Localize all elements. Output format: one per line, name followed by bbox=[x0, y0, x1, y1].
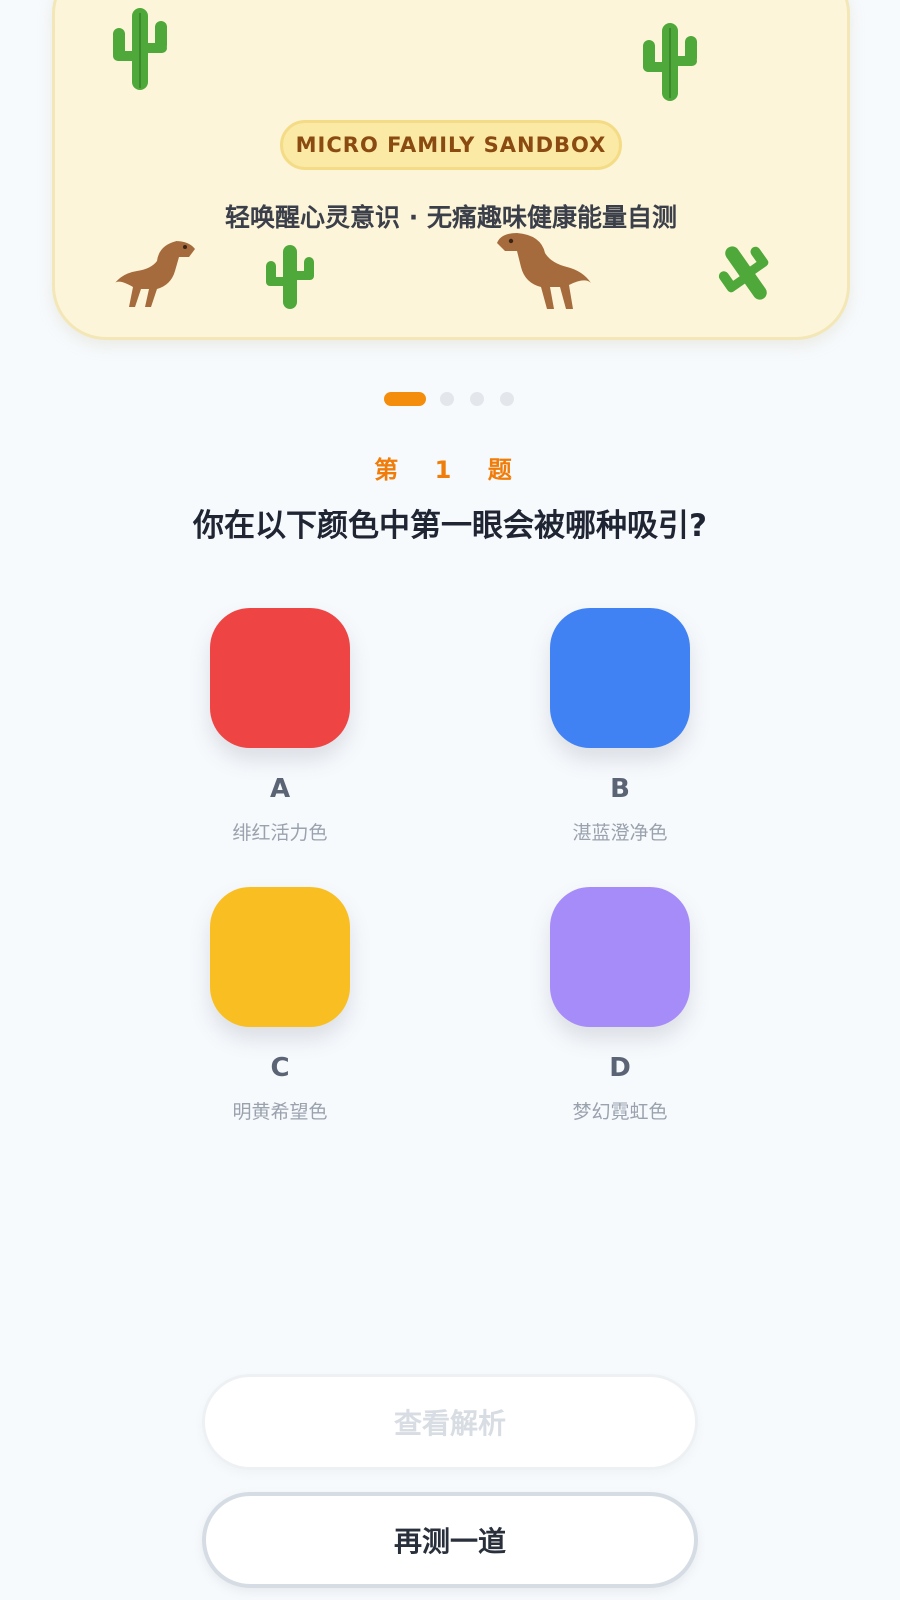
option-c[interactable]: C 明黄希望色 bbox=[180, 887, 380, 1124]
dinosaur-icon bbox=[115, 241, 195, 307]
option-letter: C bbox=[270, 1053, 290, 1083]
page-dot bbox=[470, 392, 484, 406]
dinosaur-icon bbox=[497, 233, 591, 309]
question-number: 第 1 题 bbox=[374, 456, 526, 484]
quiz-page: MICRO FAMILY SANDBOX 轻唤醒心灵意识 · 无痛趣味健康能量自… bbox=[0, 0, 900, 1600]
retry-button[interactable]: 再测一道 bbox=[202, 1492, 698, 1588]
cactus-icon bbox=[643, 23, 697, 101]
color-swatch[interactable] bbox=[210, 608, 350, 748]
option-a[interactable]: A 绯红活力色 bbox=[180, 608, 380, 845]
option-label: 梦幻霓虹色 bbox=[572, 1101, 668, 1123]
option-b[interactable]: B 湛蓝澄净色 bbox=[520, 608, 720, 845]
cactus-icon bbox=[718, 246, 769, 300]
view-analysis-button[interactable]: 查看解析 bbox=[202, 1374, 698, 1470]
color-swatch[interactable] bbox=[550, 887, 690, 1027]
option-label: 绯红活力色 bbox=[232, 822, 328, 844]
page-dot bbox=[440, 392, 454, 406]
banner-tagline: 轻唤醒心灵意识 · 无痛趣味健康能量自测 bbox=[225, 203, 677, 232]
header-banner: MICRO FAMILY SANDBOX 轻唤醒心灵意识 · 无痛趣味健康能量自… bbox=[52, 0, 850, 340]
page-dot-active bbox=[384, 392, 426, 406]
option-label: 湛蓝澄净色 bbox=[572, 822, 668, 844]
color-swatch[interactable] bbox=[210, 887, 350, 1027]
cactus-icon bbox=[113, 8, 167, 90]
option-label: 明黄希望色 bbox=[232, 1101, 328, 1123]
option-letter: B bbox=[610, 774, 630, 804]
color-swatch[interactable] bbox=[550, 608, 690, 748]
page-dot bbox=[500, 392, 514, 406]
option-letter: D bbox=[609, 1053, 631, 1083]
question-text: 你在以下颜色中第一眼会被哪种吸引? bbox=[193, 508, 707, 544]
option-d[interactable]: D 梦幻霓虹色 bbox=[520, 887, 720, 1124]
option-letter: A bbox=[269, 774, 291, 804]
cactus-icon bbox=[266, 245, 314, 309]
pagination-dots bbox=[384, 392, 530, 406]
brand-badge: MICRO FAMILY SANDBOX bbox=[280, 120, 622, 170]
